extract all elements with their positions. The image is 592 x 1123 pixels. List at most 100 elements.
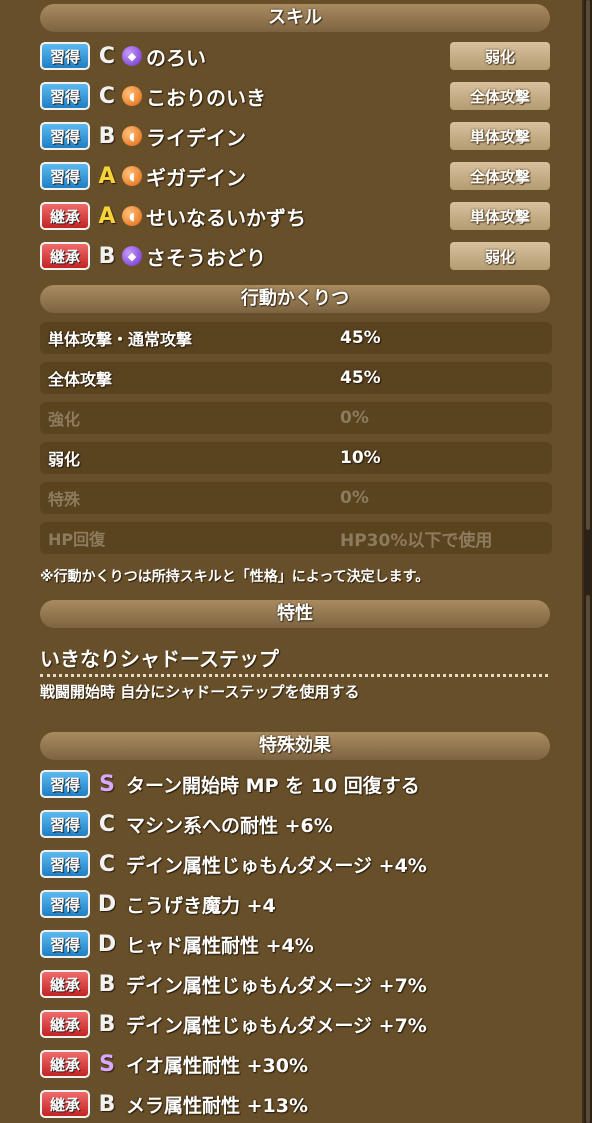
ratio-label: 単体攻撃・通常攻撃 [48, 330, 193, 349]
ratio-value: HP30%以下で使用 [340, 530, 493, 551]
trait-description: 戦闘開始時 自分にシャドーステップを使用する [40, 683, 360, 701]
acquire-badge: 習得 [40, 122, 90, 150]
acquire-badge: 継承 [40, 242, 90, 270]
skill-type-tag: 全体攻撃 [450, 162, 550, 190]
rank-letter: S [99, 1051, 115, 1077]
special-effect-row[interactable]: 習得 S ターン開始時 MP を 10 回復する [40, 768, 550, 800]
action-ratio-header: 行動かくりつ [40, 285, 550, 313]
acquire-badge: 継承 [40, 1050, 90, 1078]
action-ratio-row: 強化 0% [40, 402, 552, 434]
skill-orb-icon: ◆ [122, 246, 142, 266]
special-effect-row[interactable]: 継承 B メラ属性耐性 +13% [40, 1088, 550, 1120]
skill-row[interactable]: 習得 A ◖ ギガデイン 全体攻撃 [40, 160, 550, 192]
acquire-badge: 習得 [40, 162, 90, 190]
ratio-value: 45% [340, 368, 381, 388]
trait-header: 特性 [40, 600, 550, 628]
rank-letter: C [98, 83, 116, 109]
rank-letter: B [98, 1091, 116, 1117]
effect-text: ヒャド属性耐性 +4% [126, 934, 314, 957]
acquire-badge: 習得 [40, 850, 90, 878]
special-effect-row[interactable]: 継承 S イオ属性耐性 +30% [40, 1048, 550, 1080]
ratio-label: 弱化 [48, 450, 81, 469]
rank-letter: C [98, 851, 116, 877]
skill-type-tag: 全体攻撃 [450, 82, 550, 110]
skill-type-tag: 弱化 [450, 242, 550, 270]
rank-letter: C [98, 811, 116, 837]
skills-header: スキル [40, 4, 550, 32]
acquire-badge: 継承 [40, 1090, 90, 1118]
ratio-value: 10% [340, 448, 381, 468]
special-effects-header: 特殊効果 [40, 732, 550, 760]
ratio-value: 0% [340, 408, 369, 428]
acquire-badge: 習得 [40, 770, 90, 798]
special-effect-row[interactable]: 習得 C マシン系への耐性 +6% [40, 808, 550, 840]
skill-row[interactable]: 習得 C ◆ のろい 弱化 [40, 40, 550, 72]
effect-text: デイン属性じゅもんダメージ +7% [126, 974, 427, 997]
special-effect-row[interactable]: 習得 D こうげき魔力 +4 [40, 888, 550, 920]
ratio-label: HP回復 [48, 530, 106, 549]
skill-type-tag: 単体攻撃 [450, 122, 550, 150]
scroll-thumb-lower[interactable] [586, 595, 590, 1123]
skill-name: のろい [146, 45, 206, 70]
action-ratio-row: 全体攻撃 45% [40, 362, 552, 394]
rank-letter: S [99, 771, 115, 797]
scroll-thumb-upper[interactable] [586, 0, 590, 530]
skill-name: さそうおどり [146, 245, 266, 270]
ratio-label: 特殊 [48, 490, 81, 509]
skill-type-tag: 弱化 [450, 42, 550, 70]
rank-letter: B [98, 1011, 116, 1037]
acquire-badge: 継承 [40, 1010, 90, 1038]
ratio-label: 強化 [48, 410, 81, 429]
scrollbar[interactable] [584, 0, 592, 1123]
skill-orb-icon: ◆ [122, 46, 142, 66]
ratio-value: 45% [340, 328, 381, 348]
trait-name: いきなりシャドーステップ [40, 647, 279, 671]
effect-text: メラ属性耐性 +13% [126, 1094, 309, 1117]
monster-detail-panel: スキル 習得 C ◆ のろい 弱化 習得 C ◖ こおりのいき 全体攻撃 習得 B ◖ ライデイン 単体攻撃… [0, 0, 584, 1123]
action-ratio-note: ※行動かくりつは所持スキルと「性格」によって決定します。 [40, 569, 430, 585]
skill-name: こおりのいき [146, 85, 266, 110]
effect-text: マシン系への耐性 +6% [126, 814, 333, 837]
acquire-badge: 習得 [40, 930, 90, 958]
skill-name: ライデイン [146, 125, 246, 150]
action-ratio-row: HP回復 HP30%以下で使用 [40, 522, 552, 554]
rank-letter: D [97, 891, 117, 917]
acquire-badge: 継承 [40, 970, 90, 998]
skill-name: せいなるいかずち [146, 205, 306, 230]
rank-letter: A [98, 203, 116, 229]
action-ratio-row: 弱化 10% [40, 442, 552, 474]
rank-letter: B [98, 243, 116, 269]
acquire-badge: 習得 [40, 810, 90, 838]
special-effect-row[interactable]: 習得 D ヒャド属性耐性 +4% [40, 928, 550, 960]
acquire-badge: 習得 [40, 42, 90, 70]
action-ratio-row: 特殊 0% [40, 482, 552, 514]
skill-orb-icon: ◖ [122, 86, 142, 106]
ratio-label: 全体攻撃 [48, 370, 113, 389]
acquire-badge: 習得 [40, 890, 90, 918]
skill-row[interactable]: 継承 B ◆ さそうおどり 弱化 [40, 240, 550, 272]
rank-letter: B [98, 971, 116, 997]
ratio-value: 0% [340, 488, 369, 508]
skill-type-tag: 単体攻撃 [450, 202, 550, 230]
rank-letter: B [98, 123, 116, 149]
skill-row[interactable]: 習得 C ◖ こおりのいき 全体攻撃 [40, 80, 550, 112]
rank-letter: D [97, 931, 117, 957]
special-effect-row[interactable]: 継承 B デイン属性じゅもんダメージ +7% [40, 1008, 550, 1040]
trait-divider [40, 674, 548, 677]
skill-orb-icon: ◖ [122, 206, 142, 226]
action-ratio-row: 単体攻撃・通常攻撃 45% [40, 322, 552, 354]
effect-text: イオ属性耐性 +30% [126, 1054, 309, 1077]
skill-row[interactable]: 習得 B ◖ ライデイン 単体攻撃 [40, 120, 550, 152]
skill-row[interactable]: 継承 A ◖ せいなるいかずち 単体攻撃 [40, 200, 550, 232]
effect-text: デイン属性じゅもんダメージ +7% [126, 1014, 427, 1037]
acquire-badge: 継承 [40, 202, 90, 230]
rank-letter: C [98, 43, 116, 69]
effect-text: デイン属性じゅもんダメージ +4% [126, 854, 427, 877]
skill-name: ギガデイン [146, 165, 246, 190]
special-effect-row[interactable]: 習得 C デイン属性じゅもんダメージ +4% [40, 848, 550, 880]
effect-text: こうげき魔力 +4 [126, 894, 276, 917]
acquire-badge: 習得 [40, 82, 90, 110]
skill-orb-icon: ◖ [122, 126, 142, 146]
effect-text: ターン開始時 MP を 10 回復する [126, 774, 420, 797]
special-effect-row[interactable]: 継承 B デイン属性じゅもんダメージ +7% [40, 968, 550, 1000]
